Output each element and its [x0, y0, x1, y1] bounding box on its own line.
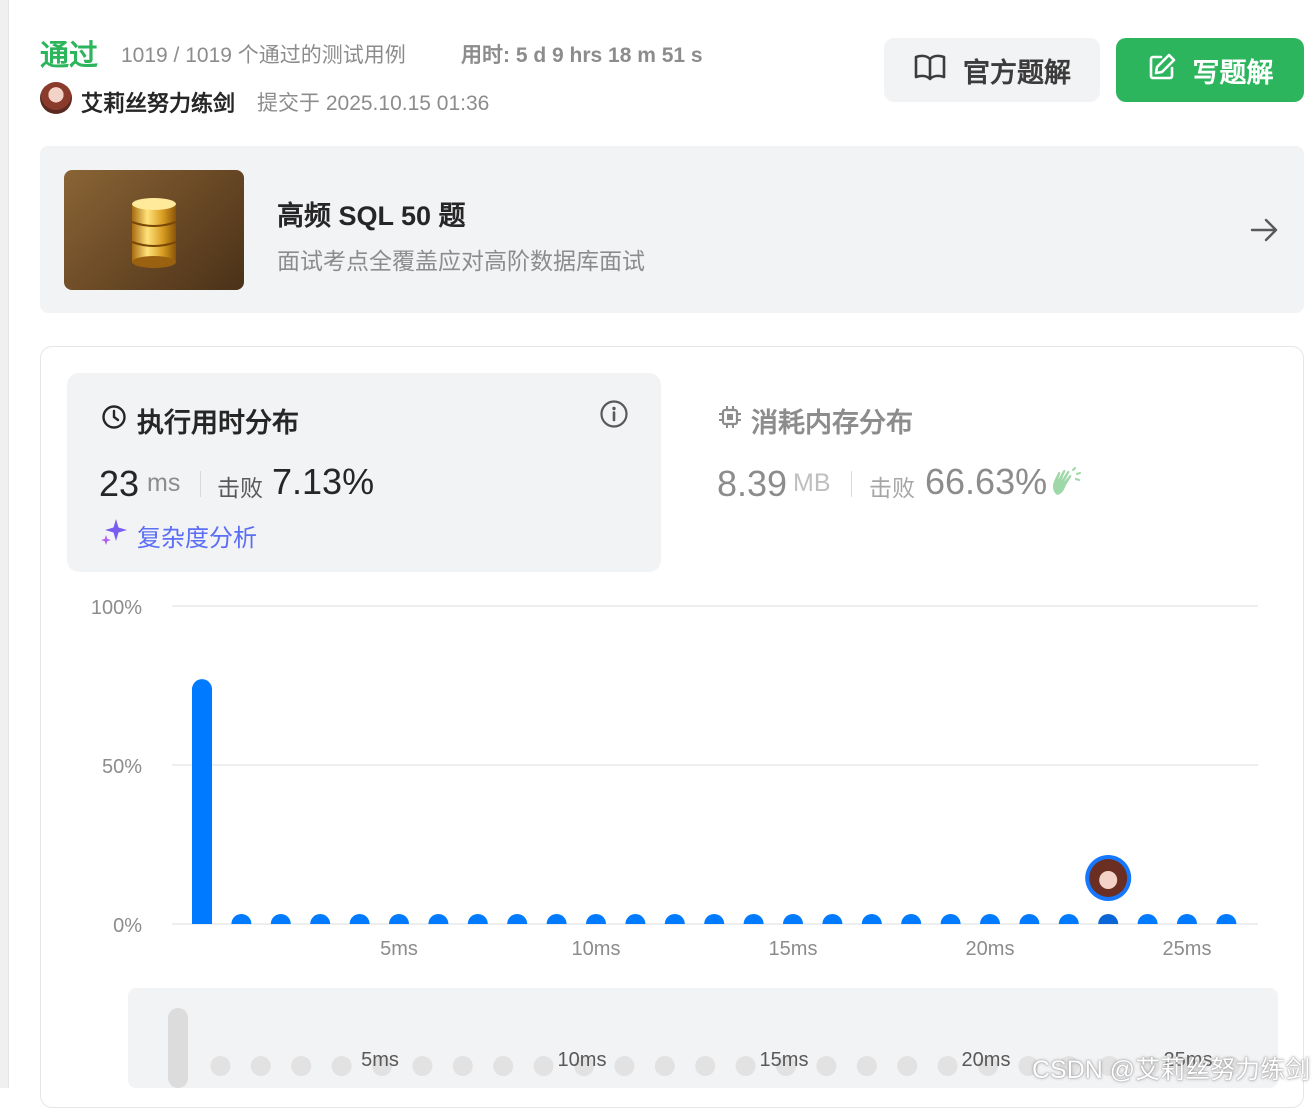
watermark: CSDN @艾莉丝努力练剑: [1032, 1056, 1311, 1084]
mini-bar: [210, 1056, 231, 1076]
mini-bar: [654, 1056, 675, 1076]
mini-bar: [331, 1056, 352, 1076]
mini-x-tick-label: 10ms: [558, 1049, 607, 1071]
mini-x-tick-label: 5ms: [361, 1049, 399, 1071]
mini-bar: [452, 1056, 473, 1076]
mini-bar: [856, 1056, 877, 1076]
mini-bar: [291, 1056, 312, 1076]
mini-x-tick-label: 15ms: [760, 1049, 809, 1071]
mini-bar: [412, 1056, 433, 1076]
mini-distribution-chart: 5ms 10ms 15ms 20ms 25ms: [168, 1008, 1241, 1088]
mini-bar: [735, 1056, 756, 1076]
mini-bar: [937, 1056, 958, 1076]
mini-bar: [533, 1056, 554, 1076]
mini-bar: [168, 1008, 188, 1088]
mini-x-tick-label: 20ms: [962, 1049, 1011, 1071]
mini-bar: [250, 1056, 271, 1076]
mini-bar: [493, 1056, 514, 1076]
mini-bar: [614, 1056, 635, 1076]
mini-bar: [897, 1056, 918, 1076]
mini-bar: [695, 1056, 716, 1076]
mini-bar: [816, 1056, 837, 1076]
